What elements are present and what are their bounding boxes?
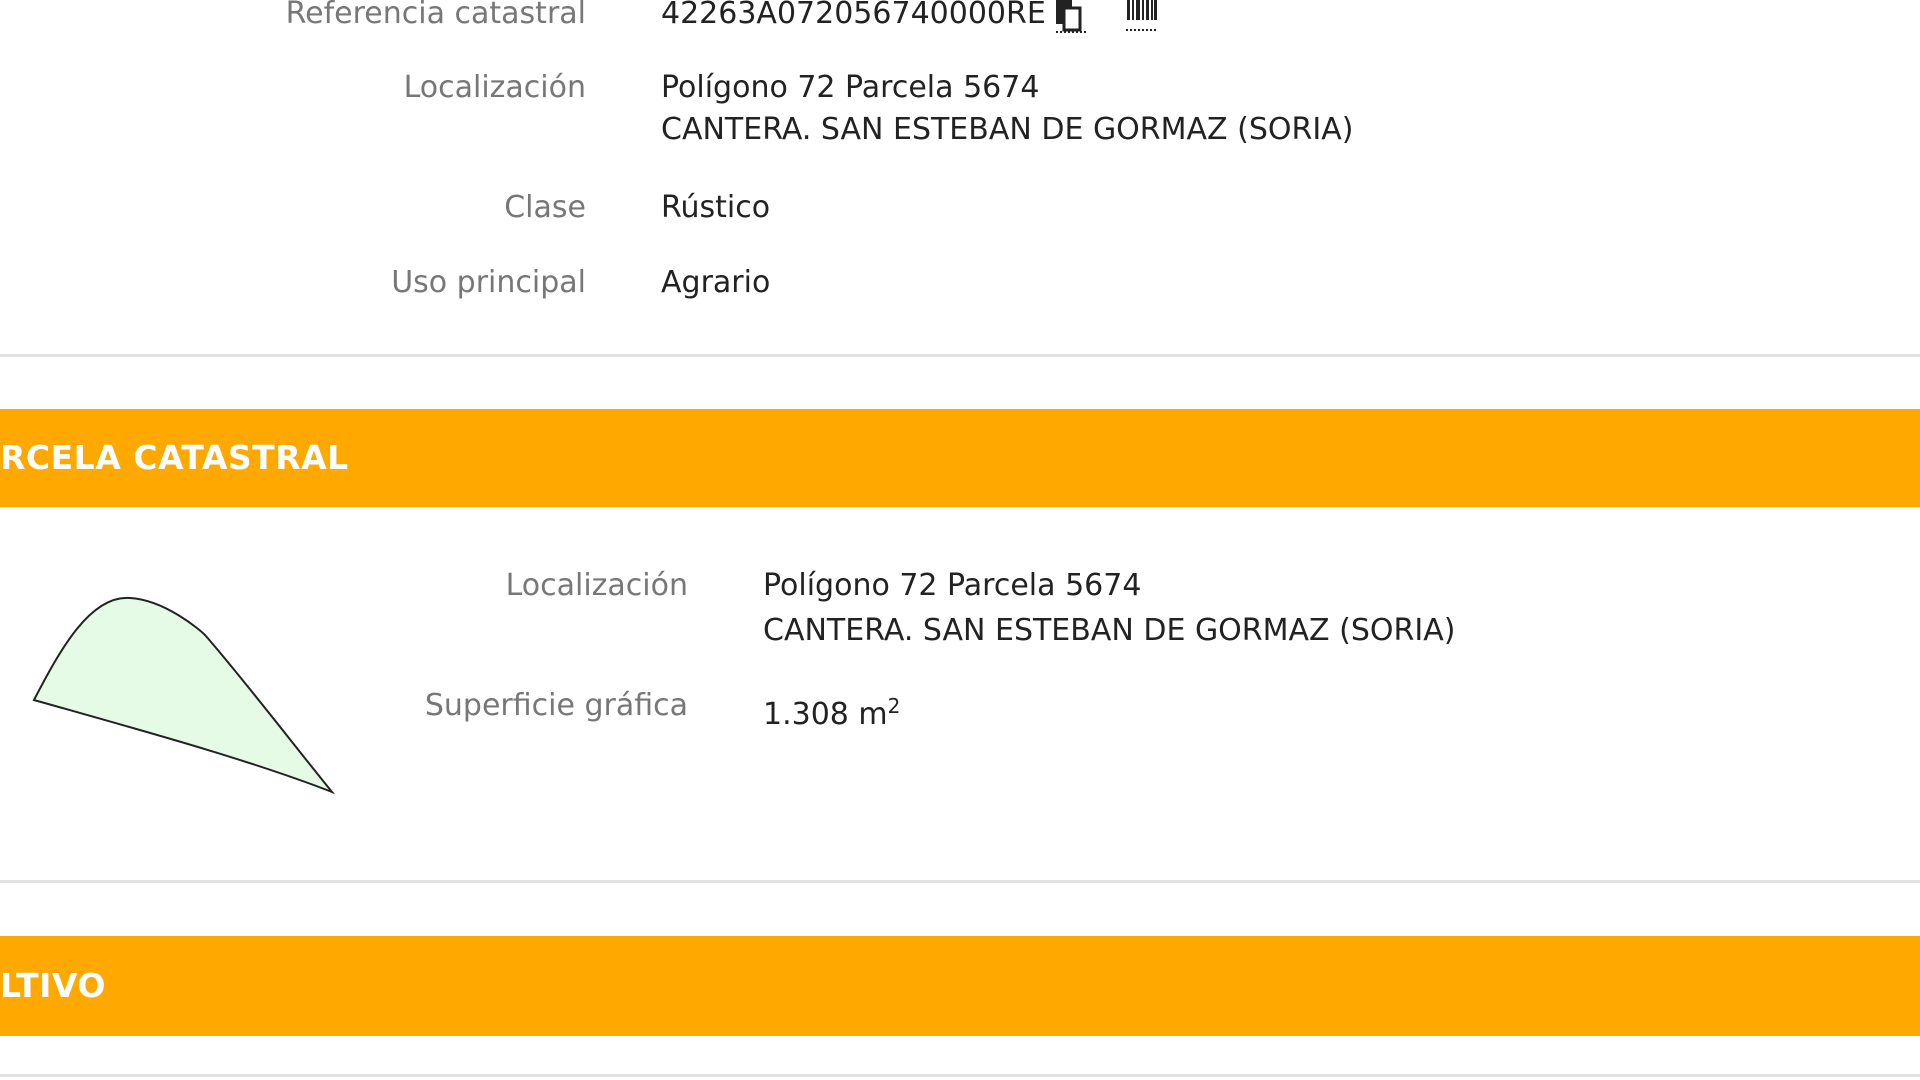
localizacion-line1: Polígono 72 Parcela 5674 xyxy=(661,70,1040,105)
clase-value: Rústico xyxy=(661,190,771,225)
superficie-label: Superficie gráfica xyxy=(424,688,688,723)
superficie-exponent: 2 xyxy=(887,694,901,718)
superficie-value: 1.308 m2 xyxy=(763,688,900,733)
copy-icon[interactable] xyxy=(1052,0,1088,34)
parcel-polygon xyxy=(32,596,336,795)
clase-label: Clase xyxy=(504,190,586,225)
section-divider-2 xyxy=(0,880,1920,883)
parcel-shape-image xyxy=(32,596,336,795)
uso-principal-value: Agrario xyxy=(661,265,771,300)
parcela-catastral-header: RCELA CATASTRAL xyxy=(0,409,1920,507)
parcela-catastral-title: RCELA CATASTRAL xyxy=(0,438,349,477)
ref-label: Referencia catastral xyxy=(285,0,586,31)
section-divider xyxy=(0,354,1920,357)
parcela-localizacion-value: Polígono 72 Parcela 5674 CANTERA. SAN ES… xyxy=(763,568,1455,649)
parcela-localizacion-line1: Polígono 72 Parcela 5674 xyxy=(763,568,1142,603)
ref-value: 42263A072056740000RE xyxy=(661,0,1046,31)
page: Referencia catastral 42263A072056740000R… xyxy=(0,0,1920,1080)
localizacion-value: Polígono 72 Parcela 5674 CANTERA. SAN ES… xyxy=(661,70,1353,148)
parcela-localizacion-line2: CANTERA. SAN ESTEBAN DE GORMAZ (SORIA) xyxy=(763,613,1456,648)
cultivo-header: LTIVO xyxy=(0,936,1920,1036)
parcela-localizacion-label: Localización xyxy=(505,568,688,603)
cultivo-title: LTIVO xyxy=(0,966,106,1005)
copy-icon-svg xyxy=(1056,0,1086,33)
localizacion-line2: CANTERA. SAN ESTEBAN DE GORMAZ (SORIA) xyxy=(661,112,1354,147)
localizacion-label: Localización xyxy=(403,70,586,105)
uso-principal-label: Uso principal xyxy=(391,265,586,300)
barcode-icon-svg xyxy=(1126,0,1158,31)
barcode-icon[interactable] xyxy=(1124,0,1160,34)
superficie-number: 1.308 m xyxy=(763,697,888,732)
section-divider-3 xyxy=(0,1074,1920,1077)
